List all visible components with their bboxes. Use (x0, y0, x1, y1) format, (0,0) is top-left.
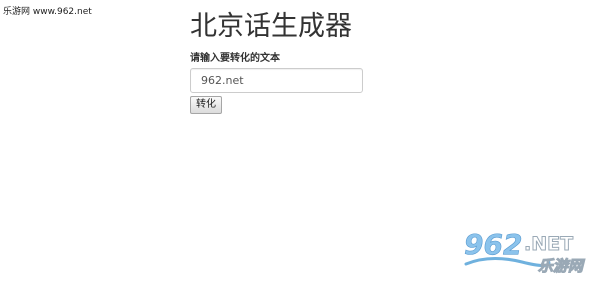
logo-suffix: .NET (524, 233, 573, 255)
site-logo: 962 .NET 乐游网 (464, 228, 587, 276)
site-logo-watermark: 962 .NET 乐游网 (460, 224, 598, 278)
text-input[interactable] (190, 68, 363, 93)
logo-number: 962 (464, 228, 522, 261)
site-watermark-text: 乐游网 www.962.net (3, 7, 92, 17)
page-title: 北京话生成器 (190, 11, 352, 42)
input-label: 请输入要转化的文本 (190, 53, 280, 64)
convert-button[interactable]: 转化 (190, 96, 222, 114)
logo-name: 乐游网 (538, 257, 586, 275)
